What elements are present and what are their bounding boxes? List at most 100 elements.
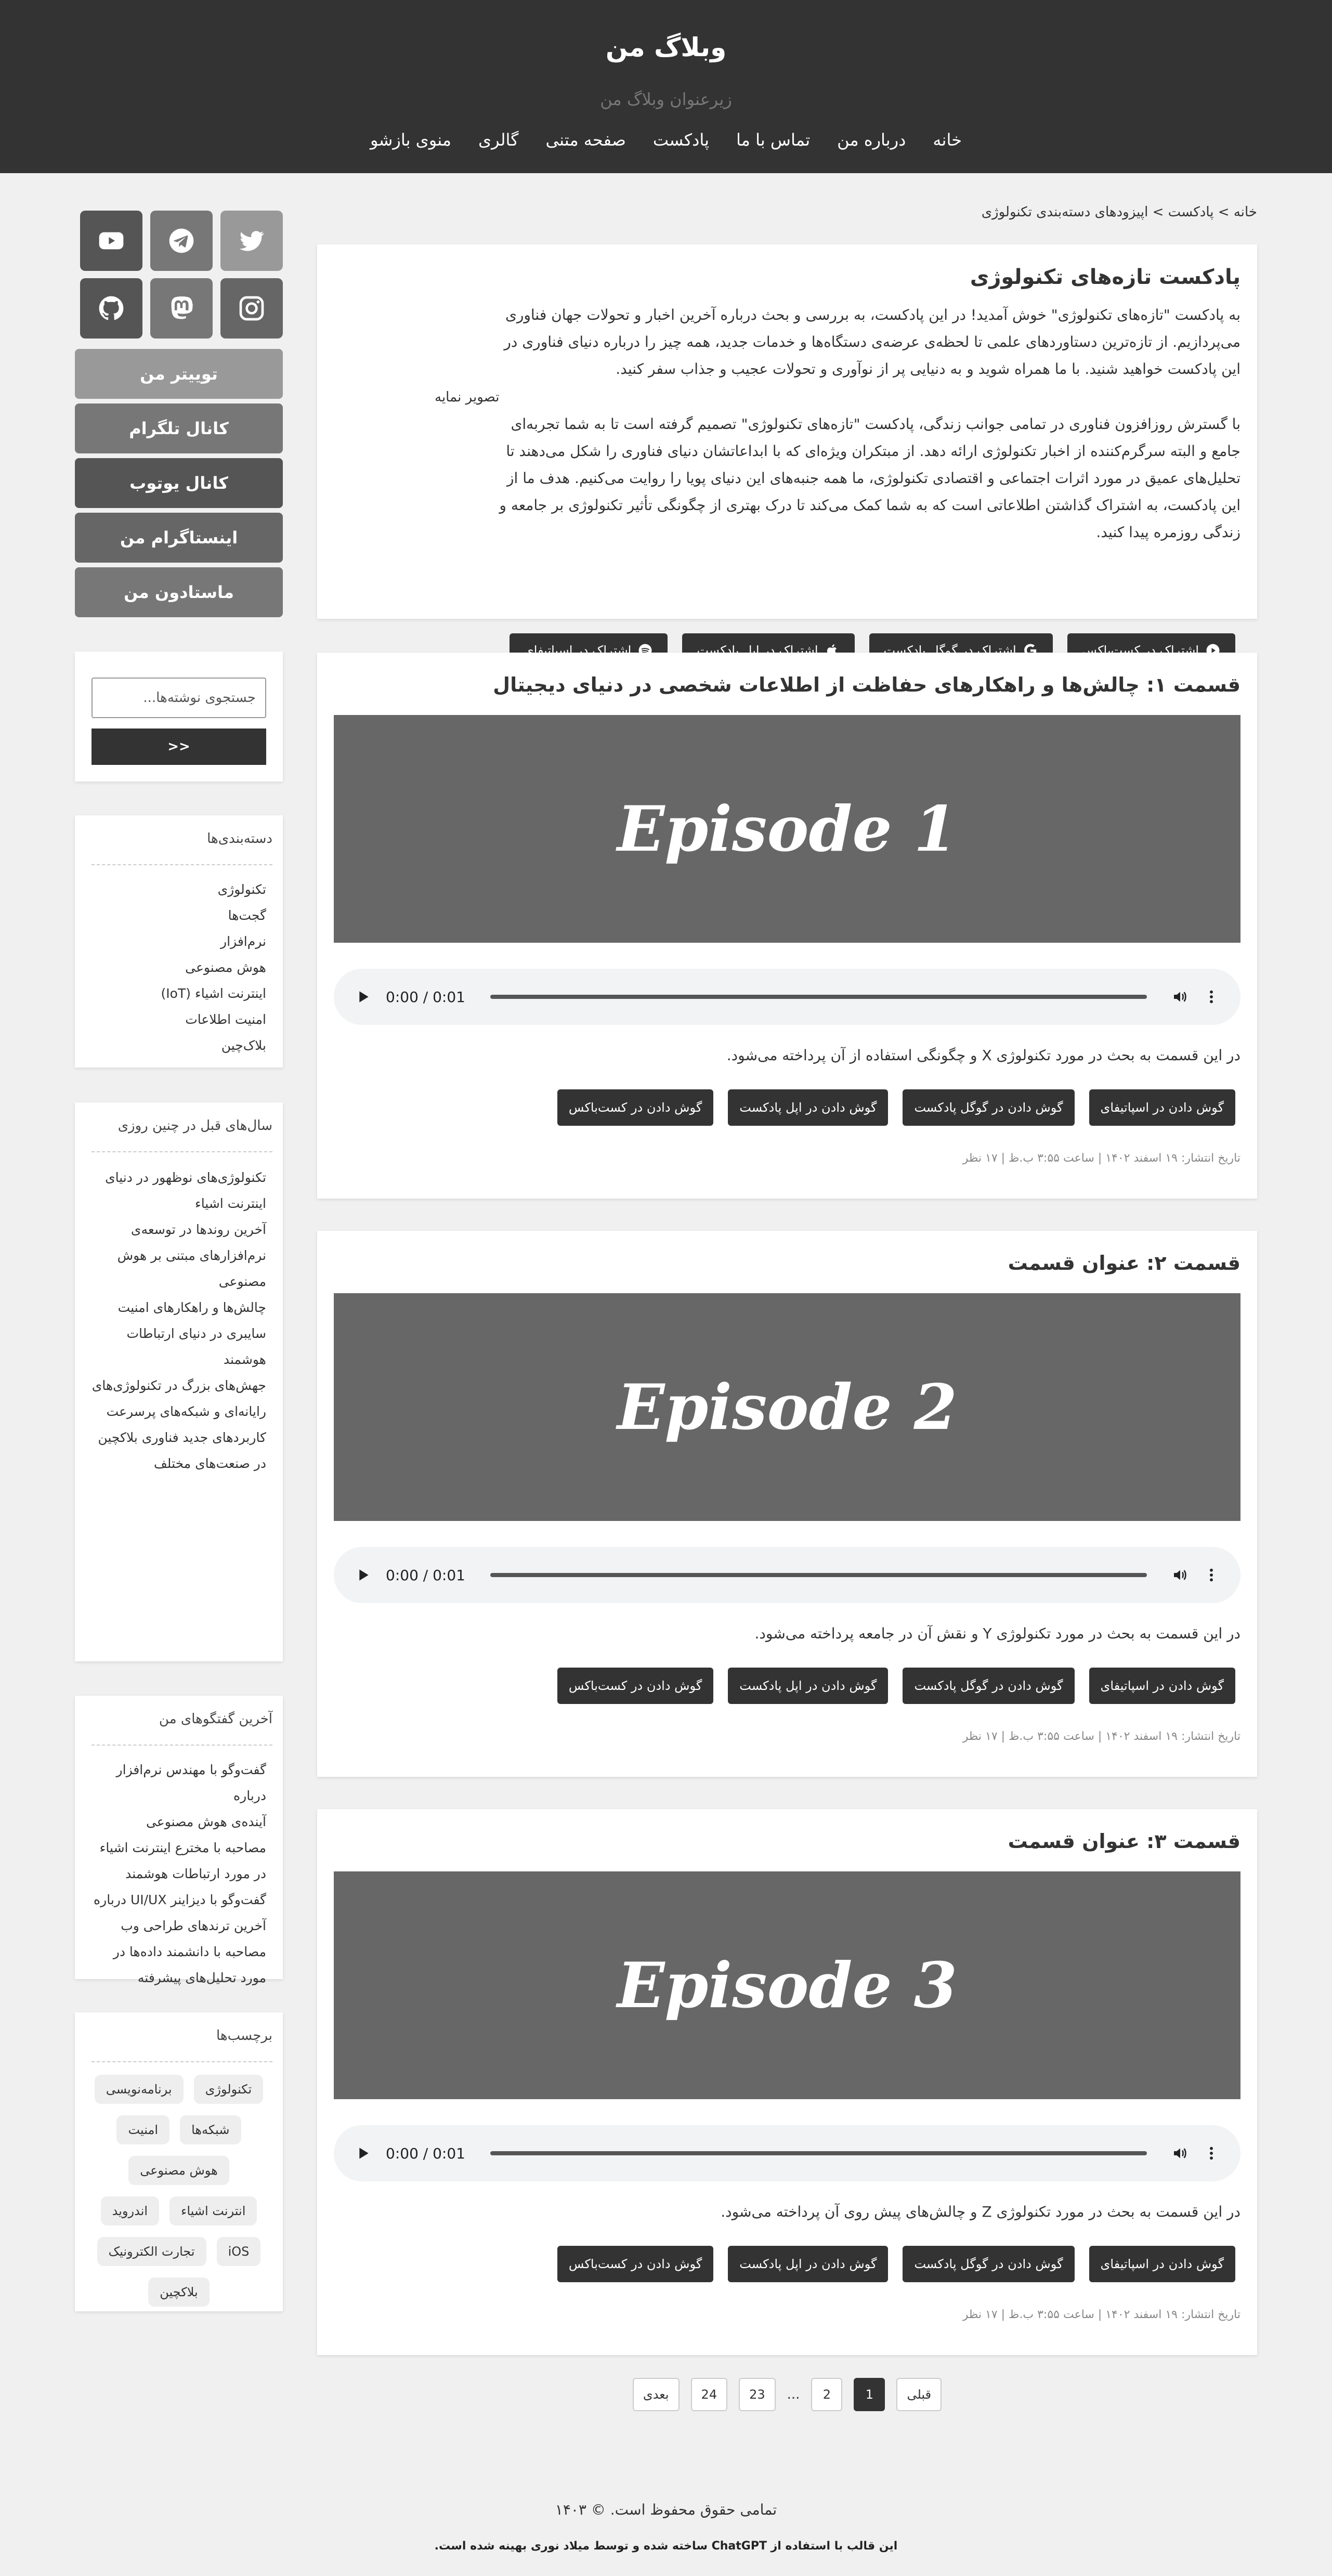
episode-description: در این قسمت به بحث در مورد تکنولوژی Y و … — [754, 1625, 1240, 1642]
tag-item[interactable]: انترنت اشیاء — [169, 2196, 257, 2226]
talk-item[interactable]: گفت‌وگو با دیزاینر UI/UX درباره — [89, 1887, 266, 1913]
youtube-button[interactable]: کانال یوتوب — [75, 458, 283, 508]
youtube-icon[interactable] — [80, 211, 142, 271]
category-item[interactable]: تکنولوژی — [89, 877, 266, 903]
instagram-icon[interactable] — [220, 278, 283, 339]
audio-time: 0:00 / 0:01 — [386, 988, 465, 1006]
more-options-icon[interactable] — [1203, 2145, 1220, 2162]
volume-icon[interactable] — [1172, 2145, 1189, 2162]
episode-cover-image: Episode 2 — [334, 1293, 1240, 1521]
telegram-icon[interactable] — [150, 211, 213, 271]
talk-item[interactable]: مصاحبه با دانشمند داده‌ها در — [89, 1939, 266, 1965]
nav-item-gallery[interactable]: گالری — [478, 130, 518, 150]
volume-icon[interactable] — [1172, 1567, 1189, 1583]
years-ago-item[interactable]: رایانه‌ای و شبکه‌های پرسرعت — [89, 1399, 266, 1425]
listen-castbox-button[interactable]: گوش دادن در کست‌باکس — [557, 2246, 714, 2282]
years-ago-item[interactable]: در صنعت‌های مختلف — [89, 1451, 266, 1477]
listen-google-podcasts-button[interactable]: گوش دادن در گوگل پادکست — [903, 2246, 1075, 2282]
nav-item-text-page[interactable]: صفحه متنی — [545, 130, 625, 150]
listen-spotify-button[interactable]: گوش دادن در اسپاتیفای — [1089, 2246, 1235, 2282]
episode-title[interactable]: قسمت ۲: عنوان قسمت — [1008, 1252, 1240, 1274]
listen-castbox-button[interactable]: گوش دادن در کست‌باکس — [557, 1089, 714, 1126]
talk-item[interactable]: مصاحبه با مخترع اینترنت اشیاء — [89, 1835, 266, 1861]
tag-item[interactable]: برنامه‌نویسی — [94, 2075, 184, 2104]
nav-item-dropdown-menu[interactable]: منوی بازشو — [370, 130, 451, 150]
pagination-page-current[interactable]: 1 — [854, 2378, 885, 2411]
search-input[interactable]: جستجوی نوشته‌ها... — [92, 678, 266, 718]
breadcrumb[interactable]: خانه > پادکست > اپیزودهای دسته‌بندی تکنو… — [982, 204, 1257, 220]
nav-item-home[interactable]: خانه — [933, 130, 962, 150]
pagination-page[interactable]: 2 — [811, 2378, 843, 2411]
nav-item-podcast[interactable]: پادکست — [653, 130, 709, 150]
years-ago-item[interactable]: سایبری در دنیای ارتباطات — [89, 1321, 266, 1347]
play-icon[interactable] — [355, 1567, 371, 1583]
pagination-page[interactable]: 23 — [739, 2378, 776, 2411]
years-ago-item[interactable]: آخرین روندها در توسعه‌ی — [89, 1217, 266, 1243]
talk-item[interactable]: مورد تحلیل‌های پیشرفته — [89, 1965, 266, 1991]
pagination-prev[interactable]: قبلی — [896, 2378, 942, 2411]
years-ago-item[interactable]: کاربردهای جدید فناوری بلاکچین — [89, 1425, 266, 1451]
category-item[interactable]: بلاک‌چین — [89, 1033, 266, 1059]
tag-item[interactable]: بلاکچین — [148, 2278, 210, 2307]
tag-item[interactable]: شبکه‌ها — [180, 2115, 241, 2144]
mastodon-button[interactable]: ماستادون من — [75, 567, 283, 617]
pagination-next[interactable]: بعدی — [632, 2378, 680, 2411]
listen-spotify-button[interactable]: گوش دادن در اسپاتیفای — [1089, 1668, 1235, 1704]
episode-title[interactable]: قسمت ۳: عنوان قسمت — [1008, 1830, 1240, 1853]
tag-item[interactable]: تکنولوژی — [193, 2075, 264, 2104]
years-ago-item[interactable]: مصنوعی — [89, 1269, 266, 1295]
years-ago-item[interactable]: هوشمند — [89, 1347, 266, 1373]
divider — [92, 864, 272, 865]
category-item[interactable]: امنیت اطلاعات — [89, 1007, 266, 1033]
audio-progress-track[interactable] — [490, 1573, 1147, 1577]
telegram-button[interactable]: کانال تلگرام — [75, 404, 283, 453]
years-ago-item[interactable]: اینترنت اشیاء — [89, 1191, 266, 1217]
listen-google-podcasts-button[interactable]: گوش دادن در گوگل پادکست — [903, 1668, 1075, 1704]
listen-apple-podcasts-button[interactable]: گوش دادن در اپل پادکست — [728, 1668, 889, 1704]
years-ago-item[interactable]: نرم‌افزارهای مبتنی بر هوش — [89, 1243, 266, 1269]
tag-item[interactable]: امنیت — [116, 2115, 170, 2144]
talk-item[interactable]: آخرین ترندهای طراحی وب — [89, 1913, 266, 1939]
twitter-icon[interactable] — [220, 211, 283, 271]
listen-spotify-button[interactable]: گوش دادن در اسپاتیفای — [1089, 1089, 1235, 1126]
category-item[interactable]: هوش مصنوعی — [89, 955, 266, 981]
listen-apple-podcasts-button[interactable]: گوش دادن در اپل پادکست — [728, 1089, 889, 1126]
tag-item[interactable]: iOS — [216, 2237, 261, 2266]
listen-apple-podcasts-button[interactable]: گوش دادن در اپل پادکست — [728, 2246, 889, 2282]
play-icon[interactable] — [355, 2145, 371, 2162]
footer-copyright: تمامی حقوق محفوظ است. © ۱۴۰۳ — [555, 2501, 777, 2518]
talk-item[interactable]: در مورد ارتباطات هوشمند — [89, 1861, 266, 1887]
nav-item-about[interactable]: درباره من — [837, 130, 906, 150]
tag-item[interactable]: اندروید — [100, 2196, 160, 2226]
twitter-button[interactable]: توییتر من — [75, 349, 283, 399]
listen-castbox-button[interactable]: گوش دادن در کست‌باکس — [557, 1668, 714, 1704]
tag-item[interactable]: هوش مصنوعی — [128, 2156, 229, 2185]
listen-google-podcasts-button[interactable]: گوش دادن در گوگل پادکست — [903, 1089, 1075, 1126]
more-options-icon[interactable] — [1203, 988, 1220, 1005]
search-button[interactable]: >> — [92, 728, 266, 765]
volume-icon[interactable] — [1172, 988, 1189, 1005]
audio-progress-track[interactable] — [490, 995, 1147, 999]
category-item[interactable]: نرم‌افزار — [89, 929, 266, 955]
instagram-button[interactable]: اینستاگرام من — [75, 513, 283, 563]
episode-title[interactable]: قسمت ۱: چالش‌ها و راهکارهای حفاظت از اطل… — [493, 673, 1240, 696]
profile-image-broken: تصویر نمایه — [435, 389, 500, 405]
talk-item[interactable]: گفت‌وگو با مهندس نرم‌افزار درباره — [89, 1757, 266, 1809]
episode-cover-image: Episode 1 — [334, 715, 1240, 943]
years-ago-item[interactable]: تکنولوژی‌های نوظهور در دنیای — [89, 1165, 266, 1191]
github-icon[interactable] — [80, 278, 142, 339]
play-icon[interactable] — [355, 988, 371, 1005]
mastodon-icon[interactable] — [150, 278, 213, 339]
tag-item[interactable]: تجارت الکترونیک — [97, 2237, 206, 2266]
years-ago-widget: سال‌های قبل در چنین روزی تکنولوژی‌های نو… — [75, 1102, 283, 1661]
site-title[interactable]: وبلاگ من — [0, 32, 1332, 62]
pagination-page[interactable]: 24 — [690, 2378, 728, 2411]
category-item[interactable]: اینترنت اشیاء (IoT) — [89, 981, 266, 1007]
talk-item[interactable]: آینده‌ی هوش مصنوعی — [89, 1809, 266, 1835]
more-options-icon[interactable] — [1203, 1567, 1220, 1583]
category-item[interactable]: گجت‌ها — [89, 903, 266, 929]
nav-item-contact[interactable]: تماس با ما — [736, 130, 810, 150]
years-ago-item[interactable]: جهش‌های بزرگ در تکنولوژی‌های — [89, 1373, 266, 1399]
audio-progress-track[interactable] — [490, 2151, 1147, 2155]
years-ago-item[interactable]: چالش‌ها و راهکارهای امنیت — [89, 1295, 266, 1321]
